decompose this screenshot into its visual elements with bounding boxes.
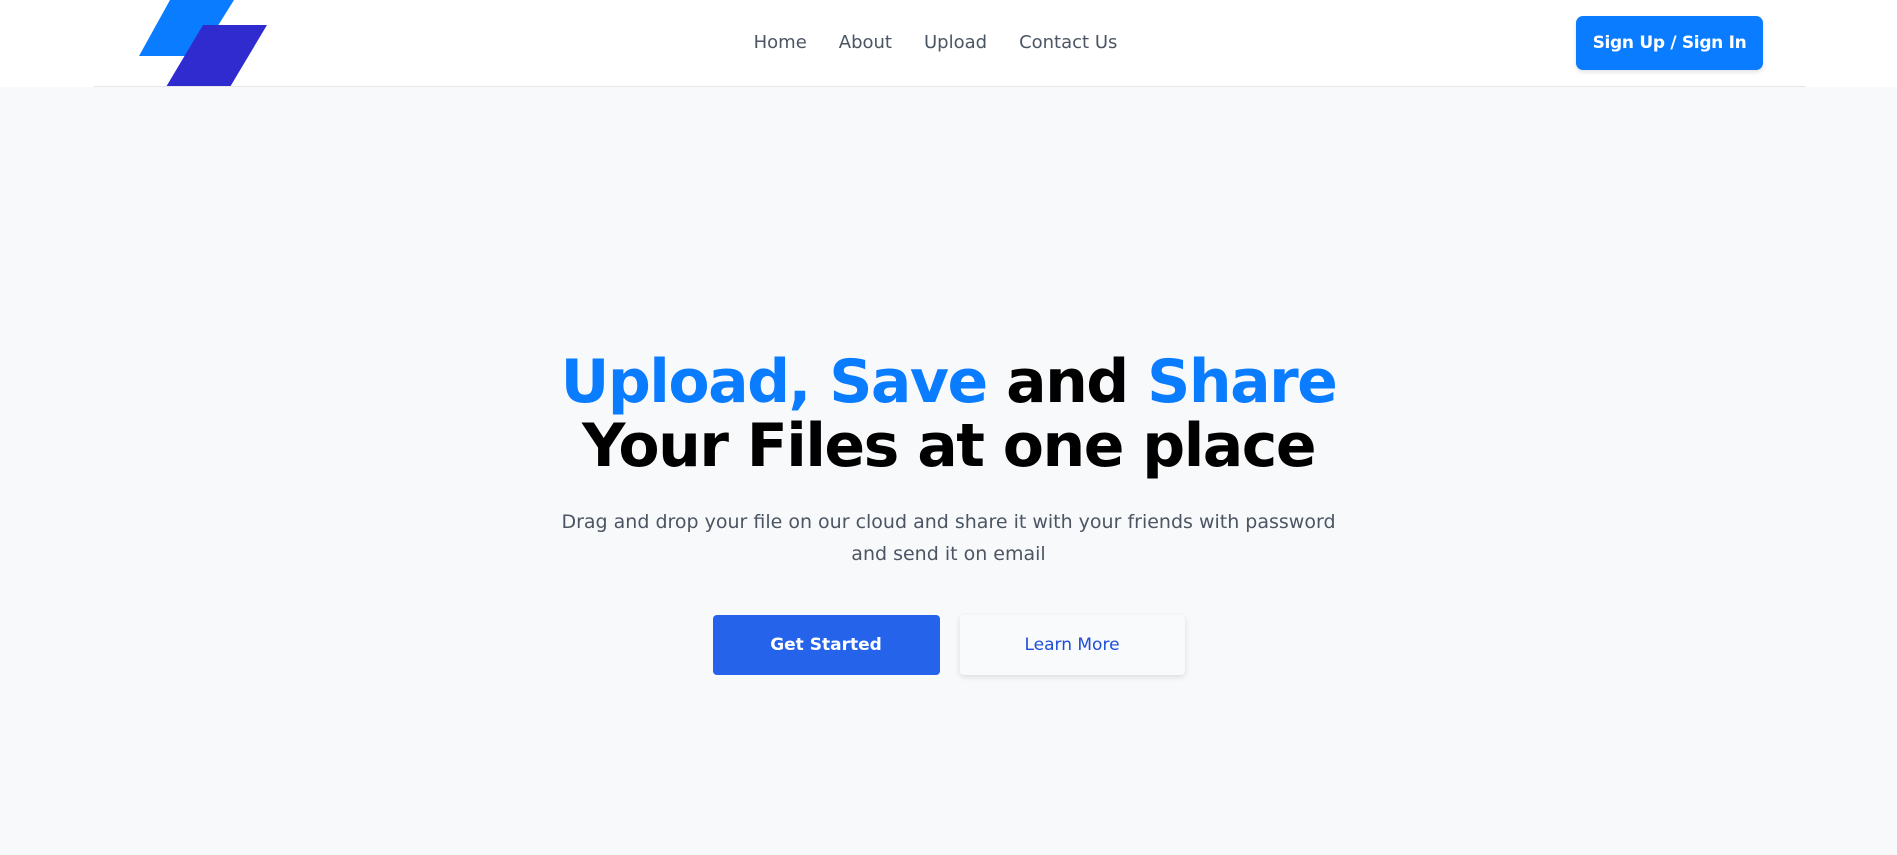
- get-started-button[interactable]: Get Started: [712, 615, 940, 675]
- learn-more-button[interactable]: Learn More: [959, 615, 1185, 675]
- nav-link-upload[interactable]: Upload: [924, 30, 987, 56]
- logo-icon[interactable]: [136, 0, 270, 87]
- nav-link-home[interactable]: Home: [754, 30, 807, 56]
- hero-subtitle: Drag and drop your file on our cloud and…: [561, 511, 1336, 565]
- nav-link-contact-us[interactable]: Contact Us: [1019, 30, 1117, 56]
- nav-link-about[interactable]: About: [839, 30, 892, 56]
- hero-title: Upload, Save and Share Your Files at one…: [0, 350, 1897, 478]
- hero-title-and: and: [986, 347, 1148, 417]
- page: Home About Upload Contact Us Sign Up / S…: [0, 0, 1897, 855]
- hero-title-line2: Your Files at one place: [581, 411, 1317, 481]
- header-divider: [94, 86, 1806, 87]
- sign-up-sign-in-button[interactable]: Sign Up / Sign In: [1576, 16, 1763, 70]
- hero-title-highlight-share: Share: [1147, 347, 1338, 417]
- top-navbar: Home About Upload Contact Us Sign Up / S…: [0, 0, 1897, 87]
- hero-section: Upload, Save and Share Your Files at one…: [0, 350, 1897, 570]
- hero-actions: Get Started Learn More: [0, 615, 1897, 675]
- hero-title-highlight-upload-save: Upload, Save: [560, 347, 989, 417]
